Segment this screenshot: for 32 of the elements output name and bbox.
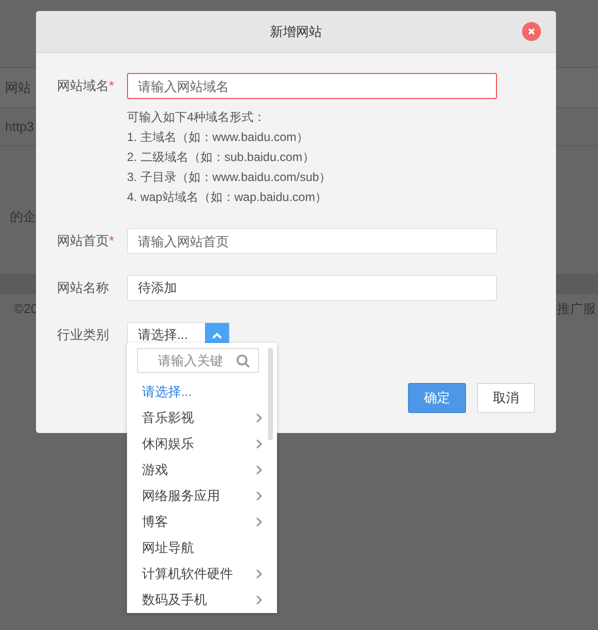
- chevron-up-icon: [212, 332, 222, 338]
- field-label: 网站首页: [57, 232, 109, 250]
- select-value: 请选择...: [137, 326, 189, 344]
- required-mark: *: [109, 77, 114, 96]
- search-field[interactable]: 请输入关键: [137, 348, 259, 373]
- field-label: 网站名称: [57, 279, 109, 298]
- search-placeholder: 请输入关键: [158, 352, 223, 370]
- input-field[interactable]: 请输入网站域名: [127, 73, 497, 99]
- cancel-button[interactable]: 取消: [477, 383, 535, 413]
- hint-line: 1. 主域名（如：www.baidu.com）: [127, 129, 310, 146]
- search-icon: [236, 354, 250, 368]
- hint-line: 4. wap站域名（如：wap.baidu.com）: [127, 189, 328, 206]
- dropdown-option[interactable]: 数码及手机: [137, 587, 268, 613]
- dropdown-option[interactable]: 请选择...: [137, 379, 268, 405]
- dropdown-option[interactable]: 网络服务应用: [137, 483, 268, 509]
- dropdown-option[interactable]: 音乐影视: [137, 405, 268, 431]
- dropdown-option[interactable]: 博客: [137, 509, 268, 535]
- hint-title: 可输入如下4种域名形式：: [127, 109, 267, 126]
- required-mark: *: [109, 232, 114, 250]
- input-field[interactable]: 待添加: [127, 275, 497, 301]
- dropdown-option[interactable]: 游戏: [137, 457, 268, 483]
- dropdown-option[interactable]: 计算机软件硬件: [137, 561, 268, 587]
- dropdown-option[interactable]: 休闲娱乐: [137, 431, 268, 457]
- scrollbar-thumb[interactable]: [268, 348, 273, 440]
- field-label: 行业类别: [57, 326, 109, 344]
- hint-line: 3. 子目录（如：www.baidu.com/sub）: [127, 169, 332, 186]
- close-button[interactable]: [522, 22, 541, 41]
- hint-line: 2. 二级域名（如：sub.baidu.com）: [127, 149, 316, 166]
- field-label: 网站域名: [57, 77, 109, 96]
- dropdown-option[interactable]: 网址导航: [137, 535, 268, 561]
- dialog-title: 新增网站: [270, 22, 322, 41]
- close-icon: [528, 28, 535, 35]
